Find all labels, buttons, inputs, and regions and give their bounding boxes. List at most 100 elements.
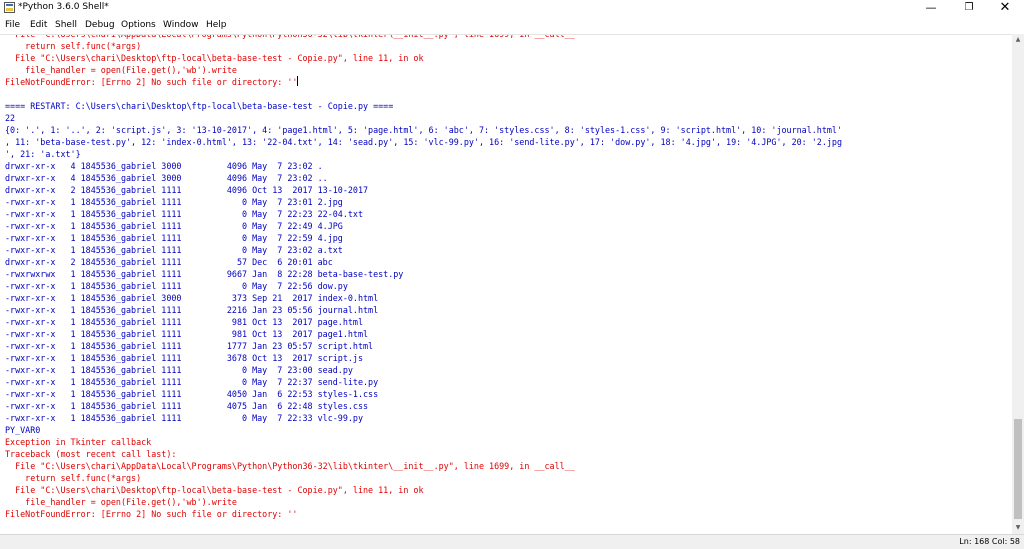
shell-line: -rwxr-xr-x 1 1845536_gabriel 1111 0 May … xyxy=(5,244,1010,256)
shell-text-area[interactable]: File "C:\Users\chari\AppData\Local\Progr… xyxy=(0,34,1012,535)
title-bar[interactable]: *Python 3.6.0 Shell* — ❐ ✕ xyxy=(0,0,1024,16)
shell-line xyxy=(5,88,1010,100)
shell-line-text: -rwxr-xr-x 1 1845536_gabriel 1111 0 May … xyxy=(5,365,353,375)
shell-line-text: -rwxr-xr-x 1 1845536_gabriel 3000 373 Se… xyxy=(5,293,379,303)
shell-line-text: File "C:\Users\chari\Desktop\ftp-local\b… xyxy=(5,485,424,495)
shell-line: -rwxr-xr-x 1 1845536_gabriel 1111 0 May … xyxy=(5,412,1010,424)
shell-line-text: PY_VAR0 xyxy=(5,425,41,435)
shell-line: -rwxr-xr-x 1 1845536_gabriel 1111 0 May … xyxy=(5,280,1010,292)
shell-line: drwxr-xr-x 2 1845536_gabriel 1111 4096 O… xyxy=(5,184,1010,196)
shell-line: {0: '.', 1: '..', 2: 'script.js', 3: '13… xyxy=(5,124,1010,136)
shell-line: File "C:\Users\chari\Desktop\ftp-local\b… xyxy=(5,52,1010,64)
shell-line-text: -rwxr-xr-x 1 1845536_gabriel 1111 981 Oc… xyxy=(5,329,369,339)
shell-line: Exception in Tkinter callback xyxy=(5,436,1010,448)
shell-line: -rwxr-xr-x 1 1845536_gabriel 1111 2216 J… xyxy=(5,304,1010,316)
shell-line-text: drwxr-xr-x 4 1845536_gabriel 3000 4096 M… xyxy=(5,173,328,183)
shell-line: -rwxr-xr-x 1 1845536_gabriel 1111 4050 J… xyxy=(5,388,1010,400)
menu-file[interactable]: File xyxy=(5,19,20,31)
menu-bar: File Edit Shell Debug Options Window Hel… xyxy=(0,16,1024,34)
shell-line-text: -rwxr-xr-x 1 1845536_gabriel 1111 981 Oc… xyxy=(5,317,363,327)
menu-shell[interactable]: Shell xyxy=(55,19,77,31)
menu-help[interactable]: Help xyxy=(206,19,227,31)
shell-line-text: file_handler = open(File.get(),'wb').wri… xyxy=(5,497,237,507)
shell-line-text: -rwxr-xr-x 1 1845536_gabriel 1111 0 May … xyxy=(5,221,343,231)
shell-line-text: , 11: 'beta-base-test.py', 12: 'index-0.… xyxy=(5,137,843,147)
shell-line: -rwxr-xr-x 1 1845536_gabriel 1111 3678 O… xyxy=(5,352,1010,364)
shell-line: -rwxr-xr-x 1 1845536_gabriel 1111 0 May … xyxy=(5,220,1010,232)
shell-line: -rwxr-xr-x 1 1845536_gabriel 1111 1777 J… xyxy=(5,340,1010,352)
shell-line: file_handler = open(File.get(),'wb').wri… xyxy=(5,64,1010,76)
shell-line: FileNotFoundError: [Errno 2] No such fil… xyxy=(5,508,1010,520)
shell-line-text: -rwxr-xr-x 1 1845536_gabriel 1111 0 May … xyxy=(5,209,363,219)
shell-line-text: file_handler = open(File.get(),'wb').wri… xyxy=(5,65,237,75)
shell-line: -rwxrwxrwx 1 1845536_gabriel 1111 9667 J… xyxy=(5,268,1010,280)
shell-line: -rwxr-xr-x 1 1845536_gabriel 1111 4075 J… xyxy=(5,400,1010,412)
shell-line-text: -rwxr-xr-x 1 1845536_gabriel 1111 4075 J… xyxy=(5,401,369,411)
shell-line: File "C:\Users\chari\AppData\Local\Progr… xyxy=(5,460,1010,472)
shell-line: drwxr-xr-x 2 1845536_gabriel 1111 57 Dec… xyxy=(5,256,1010,268)
python-icon xyxy=(4,2,15,13)
status-bar: Ln: 168 Col: 58 xyxy=(0,534,1024,549)
shell-line-text: -rwxr-xr-x 1 1845536_gabriel 1111 0 May … xyxy=(5,245,343,255)
shell-line-text: -rwxr-xr-x 1 1845536_gabriel 1111 0 May … xyxy=(5,413,363,423)
shell-line: -rwxr-xr-x 1 1845536_gabriel 1111 0 May … xyxy=(5,208,1010,220)
shell-line-text: return self.func(*args) xyxy=(5,41,142,51)
scroll-down-arrow-icon[interactable]: ▼ xyxy=(1012,522,1024,534)
shell-line-text: ', 21: 'a.txt'} xyxy=(5,149,81,159)
shell-line: 22 xyxy=(5,112,1010,124)
cursor-position: Ln: 168 Col: 58 xyxy=(959,537,1020,546)
menu-edit[interactable]: Edit xyxy=(30,19,47,31)
vertical-scrollbar[interactable]: ▲ ▼ xyxy=(1012,34,1024,534)
shell-line: Traceback (most recent call last): xyxy=(5,448,1010,460)
shell-line-text: drwxr-xr-x 4 1845536_gabriel 3000 4096 M… xyxy=(5,161,323,171)
shell-line-text: File "C:\Users\chari\Desktop\ftp-local\b… xyxy=(5,53,424,63)
shell-line-text: return self.func(*args) xyxy=(5,473,142,483)
shell-line: -rwxr-xr-x 1 1845536_gabriel 1111 0 May … xyxy=(5,232,1010,244)
shell-line: drwxr-xr-x 4 1845536_gabriel 3000 4096 M… xyxy=(5,160,1010,172)
shell-output: File "C:\Users\chari\AppData\Local\Progr… xyxy=(5,34,1010,520)
shell-line-text: Exception in Tkinter callback xyxy=(5,437,152,447)
shell-line-text: drwxr-xr-x 2 1845536_gabriel 1111 57 Dec… xyxy=(5,257,333,267)
shell-line: , 11: 'beta-base-test.py', 12: 'index-0.… xyxy=(5,136,1010,148)
shell-line: return self.func(*args) xyxy=(5,472,1010,484)
scroll-up-arrow-icon[interactable]: ▲ xyxy=(1012,34,1024,46)
shell-line: ==== RESTART: C:\Users\chari\Desktop\ftp… xyxy=(5,100,1010,112)
shell-line-text: -rwxr-xr-x 1 1845536_gabriel 1111 4050 J… xyxy=(5,389,379,399)
shell-line: -rwxr-xr-x 1 1845536_gabriel 1111 981 Oc… xyxy=(5,328,1010,340)
shell-line-text: File "C:\Users\chari\AppData\Local\Progr… xyxy=(5,461,575,471)
shell-line: -rwxr-xr-x 1 1845536_gabriel 1111 0 May … xyxy=(5,196,1010,208)
shell-line: PY_VAR0 xyxy=(5,424,1010,436)
scrollbar-thumb[interactable] xyxy=(1014,419,1022,519)
shell-line: drwxr-xr-x 4 1845536_gabriel 3000 4096 M… xyxy=(5,172,1010,184)
shell-line-text: Traceback (most recent call last): xyxy=(5,449,177,459)
shell-line: ', 21: 'a.txt'} xyxy=(5,148,1010,160)
shell-line-text: -rwxr-xr-x 1 1845536_gabriel 1111 1777 J… xyxy=(5,341,374,351)
menu-window[interactable]: Window xyxy=(163,19,199,31)
shell-line: -rwxr-xr-x 1 1845536_gabriel 1111 0 May … xyxy=(5,364,1010,376)
shell-line-text: -rwxr-xr-x 1 1845536_gabriel 1111 0 May … xyxy=(5,281,348,291)
shell-line: File "C:\Users\chari\Desktop\ftp-local\b… xyxy=(5,484,1010,496)
shell-line-text: drwxr-xr-x 2 1845536_gabriel 1111 4096 O… xyxy=(5,185,369,195)
shell-line-text: File "C:\Users\chari\AppData\Local\Progr… xyxy=(5,34,575,39)
shell-line: -rwxr-xr-x 1 1845536_gabriel 3000 373 Se… xyxy=(5,292,1010,304)
shell-line: -rwxr-xr-x 1 1845536_gabriel 1111 981 Oc… xyxy=(5,316,1010,328)
shell-line-text: -rwxr-xr-x 1 1845536_gabriel 1111 2216 J… xyxy=(5,305,379,315)
menu-options[interactable]: Options xyxy=(121,19,156,31)
close-button[interactable]: ✕ xyxy=(982,0,1024,16)
shell-line-text: {0: '.', 1: '..', 2: 'script.js', 3: '13… xyxy=(5,125,843,135)
shell-line-text: -rwxr-xr-x 1 1845536_gabriel 1111 3678 O… xyxy=(5,353,363,363)
window-title: *Python 3.6.0 Shell* xyxy=(18,2,109,12)
shell-line-text: -rwxr-xr-x 1 1845536_gabriel 1111 0 May … xyxy=(5,233,343,243)
shell-line-text: FileNotFoundError: [Errno 2] No such fil… xyxy=(5,77,298,87)
shell-line: -rwxr-xr-x 1 1845536_gabriel 1111 0 May … xyxy=(5,376,1010,388)
shell-line-text: FileNotFoundError: [Errno 2] No such fil… xyxy=(5,509,298,519)
shell-line-text: -rwxr-xr-x 1 1845536_gabriel 1111 0 May … xyxy=(5,197,343,207)
shell-line: file_handler = open(File.get(),'wb').wri… xyxy=(5,496,1010,508)
shell-line-text: -rwxr-xr-x 1 1845536_gabriel 1111 0 May … xyxy=(5,377,379,387)
shell-line: FileNotFoundError: [Errno 2] No such fil… xyxy=(5,76,1010,88)
shell-line-text: 22 xyxy=(5,113,16,123)
shell-line-text: -rwxrwxrwx 1 1845536_gabriel 1111 9667 J… xyxy=(5,269,404,279)
text-cursor xyxy=(297,76,299,86)
shell-line: return self.func(*args) xyxy=(5,40,1010,52)
menu-debug[interactable]: Debug xyxy=(85,19,115,31)
